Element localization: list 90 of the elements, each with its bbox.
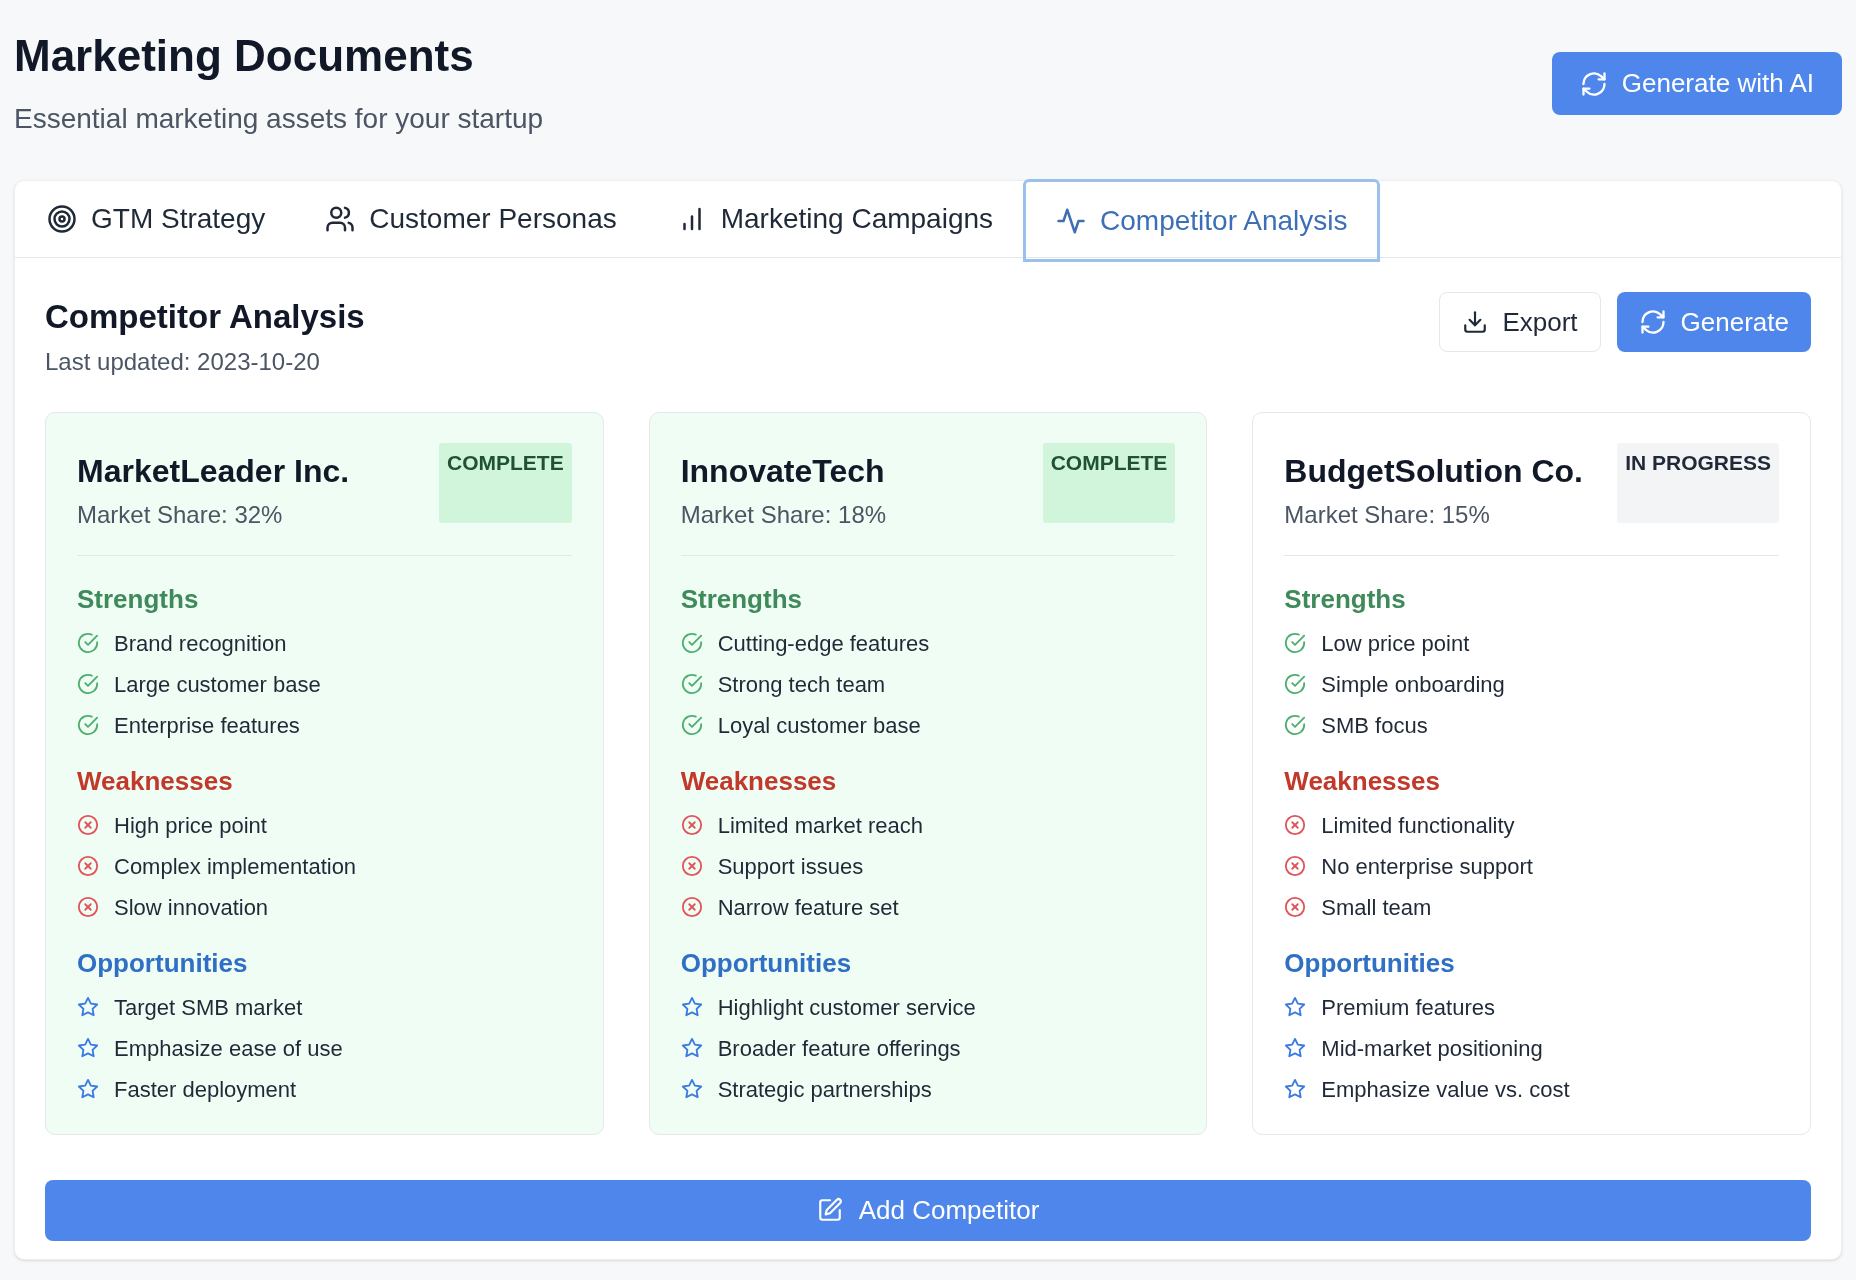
check-circle-icon	[77, 673, 99, 695]
download-icon	[1462, 309, 1489, 335]
star-icon	[1284, 1037, 1307, 1059]
x-circle-icon	[77, 855, 99, 877]
x-circle-icon	[77, 896, 99, 918]
edit-icon	[816, 1197, 843, 1223]
list-item-text: Cutting-edge features	[717, 629, 930, 658]
star-icon	[680, 1078, 703, 1100]
check-circle-icon	[680, 673, 703, 695]
list-item-text: Large customer base	[114, 670, 321, 699]
star-icon	[77, 1037, 99, 1059]
check-circle-icon	[1284, 632, 1307, 654]
list-item-text: Limited functionality	[1321, 811, 1515, 840]
refresh-icon	[1638, 308, 1667, 336]
check-circle-icon	[77, 714, 99, 736]
star-icon	[77, 996, 99, 1018]
x-circle-icon	[1284, 896, 1307, 918]
status-badge: IN PROGRESS	[1617, 442, 1779, 523]
list-item-text: Highlight customer service	[717, 993, 976, 1022]
list-item-text: SMB focus	[1321, 711, 1428, 740]
x-circle-icon	[680, 896, 703, 918]
page-title: Marketing Documents	[14, 30, 475, 82]
group-heading: Opportunities	[1284, 946, 1456, 980]
x-circle-icon	[1284, 855, 1307, 877]
group-heading: Weaknesses	[77, 764, 234, 798]
market-share-text: Market Share: 32%	[77, 499, 284, 530]
list-item-text: Faster deployment	[114, 1075, 297, 1104]
export-button[interactable]: Export	[1439, 292, 1601, 352]
group-heading: Weaknesses	[680, 764, 838, 798]
group-heading: Opportunities	[680, 946, 853, 980]
list-item-text: Support issues	[717, 852, 864, 881]
group-heading: Strengths	[77, 582, 200, 616]
list-item-text: Small team	[1321, 893, 1432, 922]
generate-button[interactable]: Generate	[1616, 292, 1811, 352]
group-heading: Weaknesses	[1284, 764, 1441, 798]
group-heading: Strengths	[1284, 582, 1407, 616]
market-share-text: Market Share: 15%	[1284, 499, 1491, 530]
x-circle-icon	[1284, 814, 1307, 836]
check-circle-icon	[77, 632, 99, 654]
list-item-text: Strategic partnerships	[717, 1075, 932, 1104]
group-heading: Opportunities	[77, 946, 249, 980]
add-competitor-button[interactable]: Add Competitor	[45, 1179, 1811, 1241]
list-item-text: No enterprise support	[1321, 852, 1533, 881]
list-item-text: Low price point	[1321, 629, 1470, 658]
competitor-name: InnovateTech	[680, 451, 886, 491]
target-icon	[47, 203, 77, 234]
refresh-icon	[1579, 69, 1608, 98]
tab[interactable]: Competitor Analysis	[1023, 179, 1381, 262]
list-item-text: Emphasize value vs. cost	[1321, 1075, 1570, 1104]
list-item-text: Enterprise features	[114, 711, 300, 740]
star-icon	[680, 1037, 703, 1059]
list-item-text: Loyal customer base	[717, 711, 921, 740]
competitor-name: MarketLeader Inc.	[77, 451, 350, 491]
competitor-name: BudgetSolution Co.	[1284, 451, 1583, 491]
list-item-text: Narrow feature set	[717, 893, 899, 922]
x-circle-icon	[680, 855, 703, 877]
tab[interactable]: Marketing Campaigns	[646, 180, 1024, 257]
tab[interactable]: GTM Strategy	[17, 180, 296, 257]
page-subtitle: Essential marketing assets for your startup	[14, 102, 544, 136]
pulse-icon	[1056, 205, 1087, 236]
status-badge: COMPLETE	[439, 442, 572, 523]
check-circle-icon	[680, 714, 703, 736]
list-item-text: Brand recognition	[114, 629, 287, 658]
generate-with-ai-button[interactable]: Generate with AI	[1551, 52, 1842, 115]
check-circle-icon	[680, 632, 703, 654]
list-item-text: Broader feature offerings	[717, 1034, 961, 1063]
market-share-text: Market Share: 18%	[680, 499, 887, 530]
x-circle-icon	[680, 814, 703, 836]
list-item-text: Limited market reach	[717, 811, 924, 840]
list-item-text: Strong tech team	[717, 670, 886, 699]
x-circle-icon	[77, 814, 99, 836]
list-item-text: Premium features	[1321, 993, 1495, 1022]
list-item-text: Mid-market positioning	[1321, 1034, 1543, 1063]
list-item-text: Target SMB market	[114, 993, 303, 1022]
status-badge: COMPLETE	[1042, 442, 1176, 523]
list-item-text: Slow innovation	[114, 893, 269, 922]
list-item-text: Simple onboarding	[1321, 670, 1505, 699]
star-icon	[1284, 1078, 1307, 1100]
star-icon	[1284, 996, 1307, 1018]
section-title: Competitor Analysis	[45, 297, 365, 337]
star-icon	[77, 1078, 99, 1100]
last-updated-text: Last updated: 2023-10-20	[45, 346, 321, 377]
tab[interactable]: Customer Personas	[295, 180, 647, 257]
list-item-text: Complex implementation	[114, 852, 357, 881]
check-circle-icon	[1284, 714, 1307, 736]
group-heading: Strengths	[680, 582, 803, 616]
list-item-text: Emphasize ease of use	[114, 1034, 343, 1063]
check-circle-icon	[1284, 673, 1307, 695]
star-icon	[680, 996, 703, 1018]
list-item-text: High price point	[114, 811, 267, 840]
